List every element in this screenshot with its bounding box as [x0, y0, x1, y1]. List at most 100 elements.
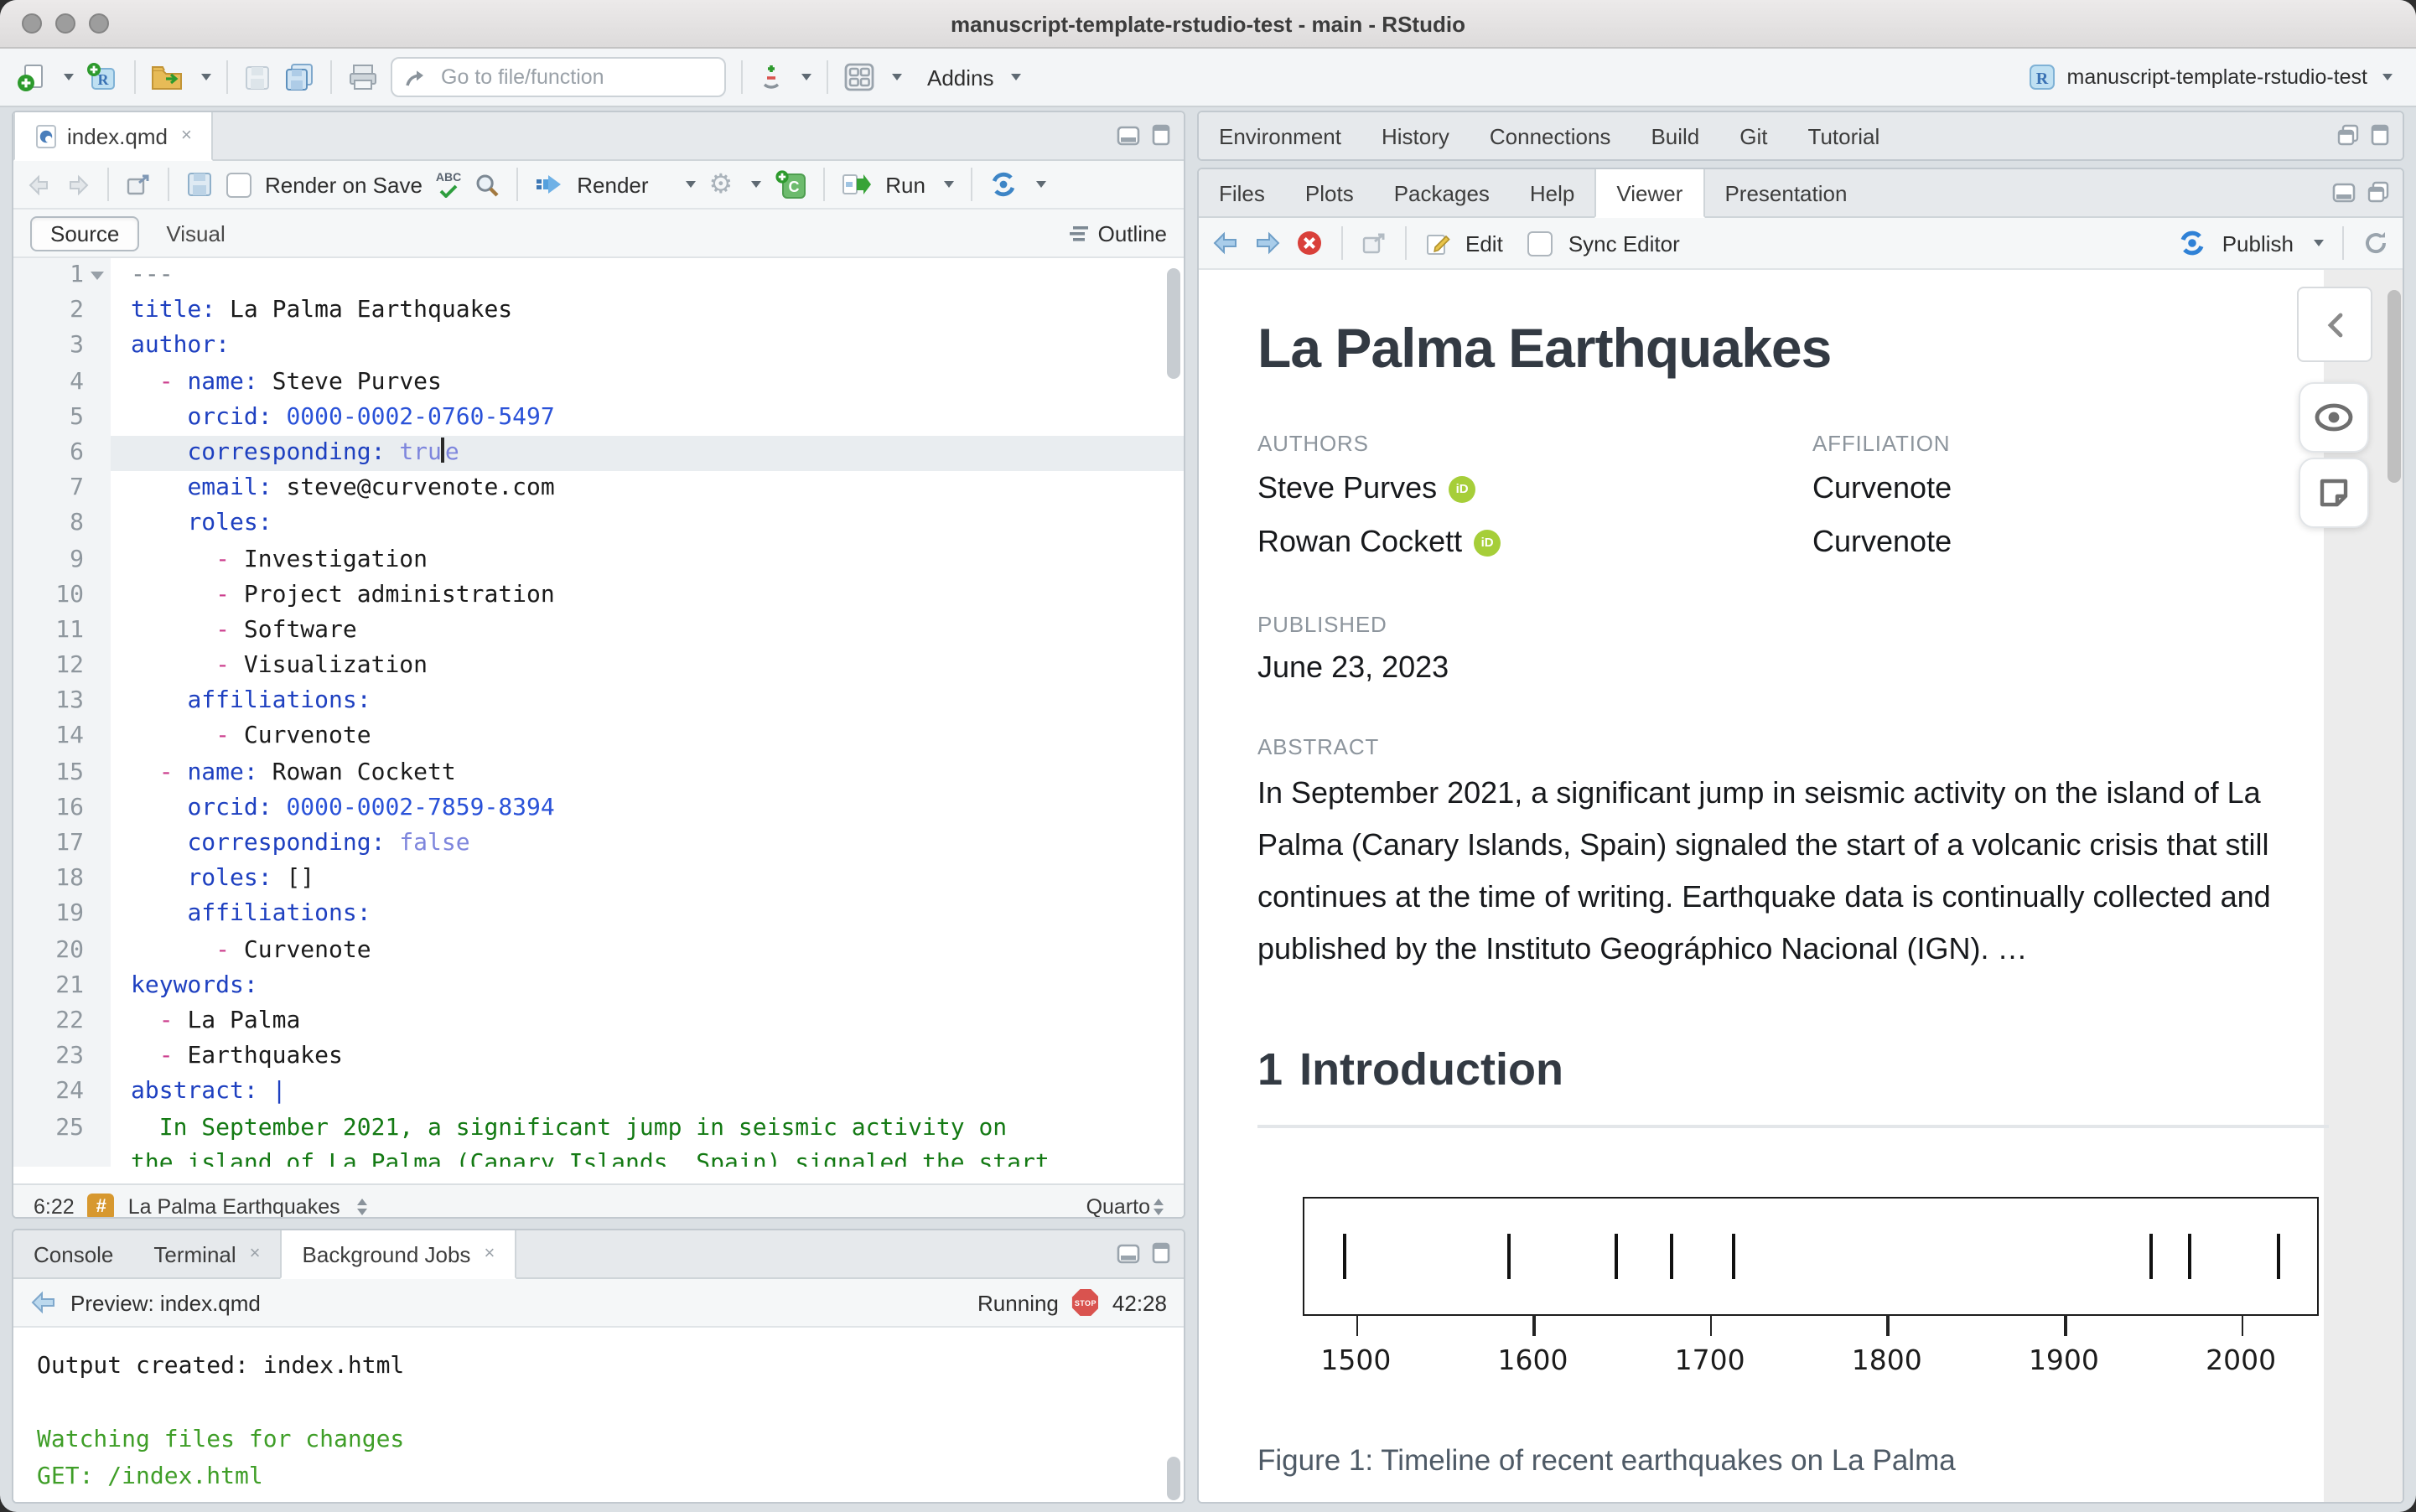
code-line[interactable]: 4 - name: Steve Purves [13, 365, 1184, 401]
save-icon[interactable] [243, 63, 272, 91]
viewer-back-icon[interactable] [1212, 231, 1239, 255]
collapse-panel-button[interactable] [2297, 287, 2372, 362]
console-scrollbar[interactable] [1167, 1457, 1180, 1500]
code-line[interactable]: 9 - Investigation [13, 542, 1184, 578]
code-line[interactable]: 12 - Visualization [13, 649, 1184, 685]
tab-index-qmd[interactable]: index.qmd × [13, 112, 214, 161]
tab-build[interactable]: Build [1631, 112, 1719, 159]
section-selector[interactable]: La Palma Earthquakes [128, 1194, 340, 1217]
publish-button[interactable]: Publish [2222, 230, 2294, 256]
format-selector[interactable]: Quarto [1086, 1194, 1150, 1217]
tab-console[interactable]: Console [13, 1230, 133, 1277]
render-on-save-checkbox[interactable] [226, 172, 251, 197]
search-icon[interactable] [474, 172, 500, 197]
tab-presentation[interactable]: Presentation [1704, 169, 1867, 216]
code-line[interactable]: 21 keywords: [13, 968, 1184, 1004]
maximize-pane-icon[interactable] [1152, 1242, 1170, 1264]
code-line[interactable]: 16 orcid: 0000-0002-7859-8394 [13, 790, 1184, 826]
restore-pane-icon[interactable] [2367, 181, 2389, 203]
code-line[interactable]: 8 roles: [13, 506, 1184, 542]
code-line[interactable]: 11 - Software [13, 613, 1184, 650]
render-options-caret[interactable] [751, 181, 762, 188]
tab-files[interactable]: Files [1199, 169, 1285, 216]
code-line[interactable]: 6 corresponding: tru e [13, 435, 1184, 472]
run-icon[interactable] [842, 173, 872, 196]
code-line[interactable]: 17 corresponding: false [13, 826, 1184, 862]
goto-file-input[interactable] [438, 64, 713, 91]
publish-caret[interactable] [2314, 240, 2324, 246]
code-line[interactable]: 7 email: steve@curvenote.com [13, 471, 1184, 507]
refresh-icon[interactable] [2362, 230, 2389, 256]
orcid-icon[interactable]: iD [1449, 475, 1476, 502]
minimize-pane-icon[interactable] [1117, 124, 1140, 146]
note-icon[interactable] [2299, 458, 2369, 528]
code-line[interactable]: the island of La Palma (Canary Islands, … [13, 1146, 1184, 1167]
new-file-caret[interactable] [64, 74, 74, 80]
format-updown-icon[interactable] [1154, 1198, 1164, 1214]
spellcheck-icon[interactable]: ABC [436, 172, 461, 197]
code-line[interactable]: 25 In September 2021, a significant jump… [13, 1111, 1184, 1147]
close-tab-icon[interactable]: × [484, 1244, 495, 1264]
run-button[interactable]: Run [885, 172, 925, 197]
tab-history[interactable]: History [1361, 112, 1470, 159]
rerun-caret[interactable] [1035, 181, 1046, 188]
tab-terminal[interactable]: Terminal × [133, 1230, 280, 1277]
viewer-scrollbar[interactable] [2387, 290, 2401, 483]
code-line[interactable]: 19 affiliations: [13, 897, 1184, 934]
section-updown-icon[interactable] [356, 1198, 367, 1214]
orcid-icon[interactable]: iD [1474, 529, 1501, 556]
code-line[interactable]: 20 - Curvenote [13, 933, 1184, 969]
code-line[interactable]: 13 affiliations: [13, 684, 1184, 720]
code-line[interactable]: 15 - name: Rowan Cockett [13, 755, 1184, 791]
sync-editor-checkbox[interactable] [1527, 230, 1553, 256]
new-project-icon[interactable]: R [86, 60, 119, 94]
tab-connections[interactable]: Connections [1470, 112, 1631, 159]
insert-chunk-icon[interactable]: C [775, 169, 806, 199]
edit-button[interactable]: Edit [1465, 230, 1503, 256]
print-icon[interactable] [347, 62, 379, 92]
close-tab-icon[interactable]: × [250, 1244, 261, 1264]
render-icon[interactable] [535, 173, 563, 196]
restore-pane-icon[interactable] [2337, 124, 2359, 146]
render-caret[interactable] [685, 181, 696, 188]
addins-caret[interactable] [1010, 74, 1021, 80]
tab-help[interactable]: Help [1510, 169, 1595, 216]
popout-icon[interactable] [126, 173, 151, 196]
render-button[interactable]: Render [577, 172, 648, 197]
edit-icon[interactable] [1425, 230, 1450, 256]
pane-layout-caret[interactable] [892, 74, 902, 80]
code-line[interactable]: 22 - La Palma [13, 1003, 1184, 1040]
open-file-caret[interactable] [201, 74, 211, 80]
run-caret[interactable] [943, 181, 954, 188]
code-line[interactable]: 18 roles: [] [13, 862, 1184, 898]
code-line[interactable]: 10 - Project administration [13, 577, 1184, 614]
eye-icon[interactable] [2299, 382, 2369, 453]
tab-viewer[interactable]: Viewer [1594, 169, 1705, 218]
open-file-icon[interactable] [151, 63, 184, 91]
editor-scrollbar[interactable] [1167, 268, 1180, 379]
forward-icon[interactable] [65, 173, 91, 195]
close-window-button[interactable] [22, 13, 42, 34]
clear-viewer-icon[interactable] [1296, 230, 1323, 256]
save-document-icon[interactable] [186, 171, 213, 198]
close-tab-icon[interactable]: × [181, 126, 192, 146]
code-line[interactable]: 14 - Curvenote [13, 719, 1184, 756]
version-control-icon[interactable] [758, 62, 785, 92]
back-arrow-icon[interactable] [30, 1291, 57, 1314]
tab-environment[interactable]: Environment [1199, 112, 1361, 159]
source-mode-button[interactable]: Source [30, 215, 140, 251]
gear-icon[interactable]: ⚙ [709, 168, 734, 201]
minimize-pane-icon[interactable] [2332, 181, 2356, 203]
maximize-pane-icon[interactable] [2371, 124, 2389, 146]
tab-packages[interactable]: Packages [1374, 169, 1510, 216]
open-in-browser-icon[interactable] [1361, 231, 1387, 255]
new-file-icon[interactable] [17, 62, 47, 92]
save-all-icon[interactable] [283, 62, 315, 92]
code-line[interactable]: 5 orcid: 0000-0002-0760-5497 [13, 400, 1184, 436]
fold-icon[interactable] [91, 272, 104, 280]
project-selector[interactable]: R manuscript-template-rstudio-test [2027, 62, 2393, 92]
code-editor[interactable]: 1 --- 2 title: La Palma Earthquakes 3 author:… [13, 258, 1184, 1183]
code-line[interactable]: 23 - Earthquakes [13, 1039, 1184, 1075]
code-line[interactable]: 3 author: [13, 329, 1184, 365]
rerun-icon[interactable] [989, 171, 1018, 198]
